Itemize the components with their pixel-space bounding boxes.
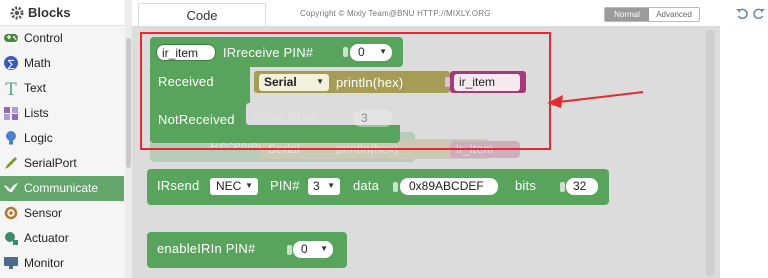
svg-text:T: T <box>5 80 17 96</box>
chevron-down-icon: ▼ <box>320 244 328 253</box>
irsend-data-value: 0x89ABCDEF <box>409 179 484 193</box>
irsend-pin-label: PIN# <box>270 178 300 193</box>
irsend-label: IRsend <box>157 178 200 193</box>
sidebar-item-label: Sensor <box>24 206 63 220</box>
irsend-protocol-value: NEC <box>216 179 242 193</box>
list-icon <box>4 107 18 120</box>
sidebar-item-monitor[interactable]: Monitor <box>0 251 124 276</box>
gear-icon <box>10 6 24 20</box>
sidebar-item-label: SerialPort <box>24 156 77 170</box>
sidebar-item-communicate[interactable]: Communicate <box>0 176 124 201</box>
mode-toggle: Normal Advanced <box>604 7 700 22</box>
sidebar-item-label: Math <box>24 56 51 70</box>
sidebar-item-label: Monitor <box>24 256 65 270</box>
tab-code[interactable]: Code <box>138 3 266 26</box>
sidebar-item-actuator[interactable]: Actuator <box>0 226 124 251</box>
sidebar-item-math[interactable]: ∑ Math <box>0 51 124 76</box>
mode-normal-button[interactable]: Normal <box>605 8 649 21</box>
enableirin-pin-dropdown[interactable]: 0 ▼ <box>293 241 333 258</box>
irsend-pin-value: 3 <box>313 179 320 193</box>
irsend-pin-dropdown[interactable]: 3 ▼ <box>308 178 340 195</box>
sidebar-item-label: Lists <box>24 106 49 120</box>
toolbox-title: Blocks <box>28 5 71 20</box>
arrow-annotation-icon <box>547 91 644 108</box>
undo-icon[interactable] <box>735 6 749 20</box>
sidebar-item-label: Communicate <box>24 181 99 195</box>
chevron-down-icon: ▼ <box>327 181 335 190</box>
enableirin-pin-value: 0 <box>301 242 308 256</box>
math-icon: ∑ <box>4 56 18 70</box>
sidebar-scrollbar[interactable] <box>125 0 132 278</box>
svg-text:∑: ∑ <box>8 59 15 70</box>
actuator-icon <box>5 232 18 245</box>
sidebar-item-control[interactable]: Control <box>0 26 124 51</box>
irsend-bits-input[interactable]: 32 <box>566 178 598 195</box>
sidebar-item-text[interactable]: T Text <box>0 76 124 101</box>
irsend-data-label: data <box>353 178 380 193</box>
copyright-text: Copyright © Mixly Team@BNU HTTP://MIXLY.… <box>300 9 491 18</box>
bulb-icon <box>6 131 16 145</box>
chevron-down-icon: ▼ <box>245 181 253 190</box>
pen-icon <box>5 157 17 169</box>
irsend-bits-label: bits <box>515 178 537 193</box>
sidebar-item-sensor[interactable]: Sensor <box>0 201 124 226</box>
toolbox-header: Blocks <box>0 0 124 26</box>
enableirin-block[interactable]: enableIRIn PIN# 0 ▼ <box>147 232 347 268</box>
highlight-rectangle <box>140 32 551 150</box>
text-t-icon: T <box>5 80 17 96</box>
sidebar-item-logic[interactable]: Logic <box>0 126 124 151</box>
sidebar-item-lists[interactable]: Lists <box>0 101 124 126</box>
monitor-icon <box>4 257 18 269</box>
sidebar-item-serialport[interactable]: SerialPort <box>0 151 124 176</box>
irsend-data-input[interactable]: 0x89ABCDEF <box>400 178 498 195</box>
dove-icon <box>4 183 18 193</box>
gamepad-icon <box>4 34 18 42</box>
sensor-icon <box>4 206 18 220</box>
sidebar-item-label: Actuator <box>24 231 69 245</box>
workspace-margin <box>720 26 768 278</box>
irsend-block[interactable]: IRsend NEC ▼ PIN# 3 ▼ data 0x89ABCDEF bi… <box>147 169 609 205</box>
sidebar-item-label: Text <box>24 81 47 95</box>
sidebar-item-label: Control <box>24 31 63 45</box>
enableirin-label: enableIRIn PIN# <box>157 241 256 256</box>
redo-icon[interactable] <box>752 6 766 20</box>
irsend-protocol-dropdown[interactable]: NEC ▼ <box>210 178 258 195</box>
irsend-bits-value: 32 <box>573 179 587 193</box>
sidebar-item-label: Logic <box>24 131 53 145</box>
mode-advanced-button[interactable]: Advanced <box>649 8 699 21</box>
workspace-scrollbar[interactable] <box>706 30 715 276</box>
